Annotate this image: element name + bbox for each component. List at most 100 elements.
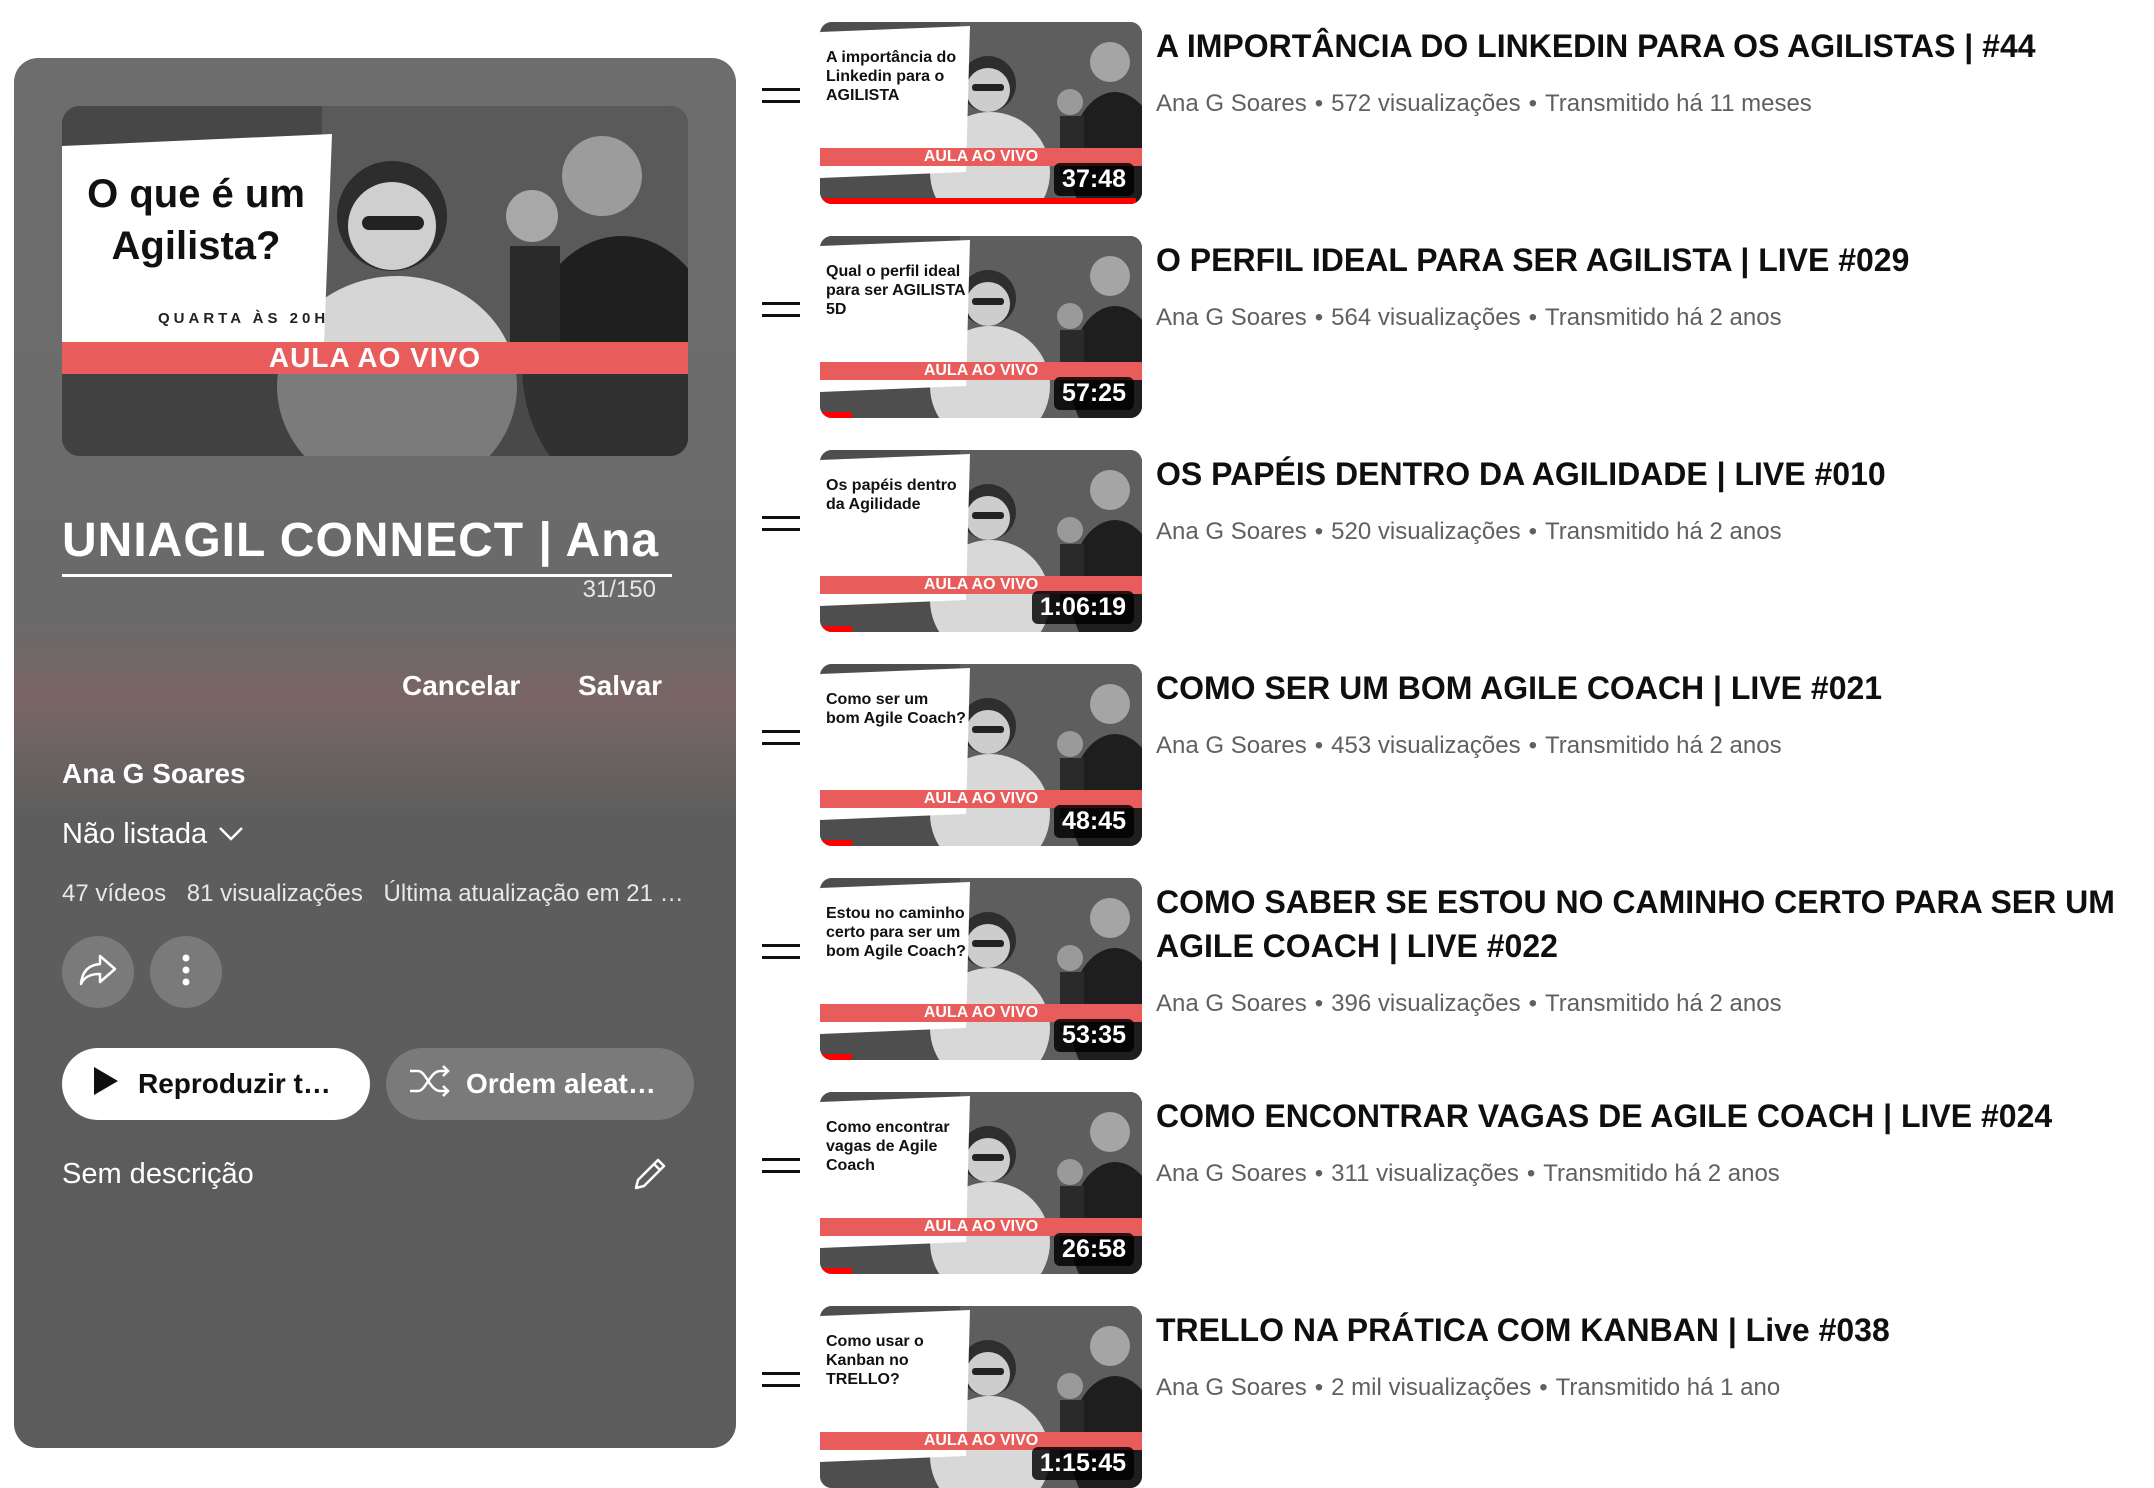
privacy-dropdown[interactable]: Não listada: [62, 818, 245, 851]
video-channel[interactable]: Ana G Soares: [1156, 1160, 1307, 1187]
video-duration: 1:06:19: [1031, 591, 1134, 624]
video-title[interactable]: O PERFIL IDEAL PARA SER AGILISTA | LIVE …: [1156, 238, 2146, 282]
thumbnail-caption: Os papéis dentro da Agilidade: [826, 477, 957, 513]
playlist-stats: 47 vídeos 81 visualizações Última atuali…: [62, 880, 692, 908]
hero-thumb-title: O que é um Agilista?: [87, 172, 305, 268]
video-age: Transmitido há 11 meses: [1545, 90, 1812, 117]
video-thumbnail[interactable]: A importância do Linkedin para o AGILIST…: [820, 22, 1142, 204]
watch-progress-bar: [820, 412, 853, 418]
thumbnail-caption: Estou no caminho certo para ser um bom A…: [826, 905, 966, 960]
drag-handle-icon[interactable]: [762, 86, 800, 106]
video-views: 453 visualizações: [1331, 732, 1521, 759]
video-meta: Ana G Soares • 396 visualizações • Transmiti…: [1156, 990, 1782, 1017]
videos-count: 47 vídeos: [62, 880, 167, 907]
play-icon: [92, 1065, 120, 1104]
hero-thumb-band: AULA AO VIVO: [268, 342, 482, 373]
playlist-video-item[interactable]: Como ser um bom Agile Coach? AULA AO VIV…: [760, 644, 2154, 846]
video-title[interactable]: COMO SER UM BOM AGILE COACH | LIVE #021: [1156, 666, 2146, 710]
video-age: Transmitido há 2 anos: [1545, 304, 1782, 331]
pencil-icon: [626, 1158, 674, 1202]
video-duration: 26:58: [1054, 1233, 1134, 1266]
shuffle-button[interactable]: Ordem aleató...: [386, 1048, 694, 1120]
thumbnail-caption: A importância do Linkedin para o AGILIST…: [826, 49, 957, 104]
watch-progress-bar: [820, 198, 1136, 204]
cancel-button[interactable]: Cancelar: [402, 670, 520, 702]
video-meta: Ana G Soares • 520 visualizações • Transmiti…: [1156, 518, 1782, 545]
drag-handle-icon[interactable]: [762, 1370, 800, 1390]
playlist-video-item[interactable]: Os papéis dentro da Agilidade AULA AO VI…: [760, 430, 2154, 632]
watch-progress-bar: [820, 1268, 853, 1274]
video-duration: 53:35: [1054, 1019, 1134, 1052]
drag-handle-icon[interactable]: [762, 514, 800, 534]
video-meta: Ana G Soares • 453 visualizações • Transmiti…: [1156, 732, 1782, 759]
video-views: 311 visualizações: [1331, 1160, 1519, 1187]
drag-handle-icon[interactable]: [762, 942, 800, 962]
video-views: 2 mil visualizações: [1331, 1374, 1532, 1401]
video-thumbnail[interactable]: Como ser um bom Agile Coach? AULA AO VIV…: [820, 664, 1142, 846]
hero-thumb-subtitle: QUARTA ÀS 20H: [158, 310, 330, 327]
playlist-owner[interactable]: Ana G Soares: [62, 758, 246, 790]
share-icon: [78, 952, 118, 993]
video-views: 520 visualizações: [1331, 518, 1521, 545]
video-channel[interactable]: Ana G Soares: [1156, 90, 1307, 117]
thumbnail-caption: Como ser um bom Agile Coach?: [826, 691, 966, 727]
video-age: Transmitido há 2 anos: [1545, 732, 1782, 759]
video-duration: 37:48: [1054, 163, 1134, 196]
video-thumbnail[interactable]: Os papéis dentro da Agilidade AULA AO VI…: [820, 450, 1142, 632]
more-vert-icon: [181, 952, 191, 993]
playlist-thumbnail[interactable]: O que é um Agilista? QUARTA ÀS 20H AULA …: [62, 106, 688, 456]
video-duration: 57:25: [1054, 377, 1134, 410]
video-duration: 1:15:45: [1031, 1447, 1134, 1480]
drag-handle-icon[interactable]: [762, 728, 800, 748]
thumbnail-caption: Como usar o Kanban no TRELLO?: [826, 1333, 924, 1388]
playlist-video-item[interactable]: Como encontrar vagas de Agile Coach AULA…: [760, 1072, 2154, 1274]
video-channel[interactable]: Ana G Soares: [1156, 1374, 1307, 1401]
watch-progress-bar: [820, 1054, 853, 1060]
thumbnail-caption: Qual o perfil ideal para ser AGILISTA 5D: [826, 263, 965, 318]
video-channel[interactable]: Ana G Soares: [1156, 304, 1307, 331]
video-views: 572 visualizações: [1331, 90, 1521, 117]
video-meta: Ana G Soares • 572 visualizações • Transmiti…: [1156, 90, 1812, 117]
video-meta: Ana G Soares • 564 visualizações • Transmiti…: [1156, 304, 1782, 331]
watch-progress-bar: [820, 840, 853, 846]
video-age: Transmitido há 2 anos: [1545, 518, 1782, 545]
video-title[interactable]: A IMPORTÂNCIA DO LINKEDIN PARA OS AGILIS…: [1156, 24, 2146, 68]
share-button[interactable]: [62, 936, 134, 1008]
shuffle-label: Ordem aleató...: [466, 1068, 666, 1099]
playlist-title-input[interactable]: UNIAGIL CONNECT | Ana G.: [62, 510, 672, 577]
title-char-counter: 31/150: [582, 576, 656, 603]
edit-description-button[interactable]: [626, 1150, 674, 1198]
video-thumbnail[interactable]: Estou no caminho certo para ser um bom A…: [820, 878, 1142, 1060]
playlist-views: 81 visualizações: [186, 880, 363, 907]
playlist-video-item[interactable]: Como usar o Kanban no TRELLO? AULA AO VI…: [760, 1286, 2154, 1488]
video-channel[interactable]: Ana G Soares: [1156, 732, 1307, 759]
video-meta: Ana G Soares • 2 mil visualizações • Transmi…: [1156, 1374, 1781, 1401]
video-age: Transmitido há 2 anos: [1545, 990, 1782, 1017]
thumbnail-caption: Como encontrar vagas de Agile Coach: [826, 1119, 950, 1174]
drag-handle-icon[interactable]: [762, 1156, 800, 1176]
playlist-description[interactable]: Sem descrição: [62, 1158, 254, 1191]
video-thumbnail[interactable]: Como usar o Kanban no TRELLO? AULA AO VI…: [820, 1306, 1142, 1488]
video-channel[interactable]: Ana G Soares: [1156, 990, 1307, 1017]
video-title[interactable]: TRELLO NA PRÁTICA COM KANBAN | Live #038: [1156, 1308, 2146, 1352]
video-views: 564 visualizações: [1331, 304, 1521, 331]
playlist-video-item[interactable]: Estou no caminho certo para ser um bom A…: [760, 858, 2154, 1060]
video-channel[interactable]: Ana G Soares: [1156, 518, 1307, 545]
playlist-video-item[interactable]: Qual o perfil ideal para ser AGILISTA 5D…: [760, 216, 2154, 418]
last-update: Última atualização em 21 d...: [383, 880, 692, 907]
playlist-video-list: A importância do Linkedin para o AGILIST…: [760, 0, 2154, 1488]
video-title[interactable]: OS PAPÉIS DENTRO DA AGILIDADE | LIVE #01…: [1156, 452, 2146, 496]
drag-handle-icon[interactable]: [762, 300, 800, 320]
play-all-label: Reproduzir tu...: [138, 1068, 338, 1099]
more-options-button[interactable]: [150, 936, 222, 1008]
video-title[interactable]: COMO SABER SE ESTOU NO CAMINHO CERTO PAR…: [1156, 880, 2146, 968]
video-meta: Ana G Soares • 311 visualizações • Transmiti…: [1156, 1160, 1780, 1187]
privacy-label: Não listada: [62, 818, 208, 850]
video-title[interactable]: COMO ENCONTRAR VAGAS DE AGILE COACH | LI…: [1156, 1094, 2146, 1138]
play-all-button[interactable]: Reproduzir tu...: [62, 1048, 370, 1120]
video-thumbnail[interactable]: Como encontrar vagas de Agile Coach AULA…: [820, 1092, 1142, 1274]
playlist-video-item[interactable]: A importância do Linkedin para o AGILIST…: [760, 2, 2154, 204]
watch-progress-bar: [820, 626, 853, 632]
save-button[interactable]: Salvar: [578, 670, 662, 702]
video-thumbnail[interactable]: Qual o perfil ideal para ser AGILISTA 5D…: [820, 236, 1142, 418]
